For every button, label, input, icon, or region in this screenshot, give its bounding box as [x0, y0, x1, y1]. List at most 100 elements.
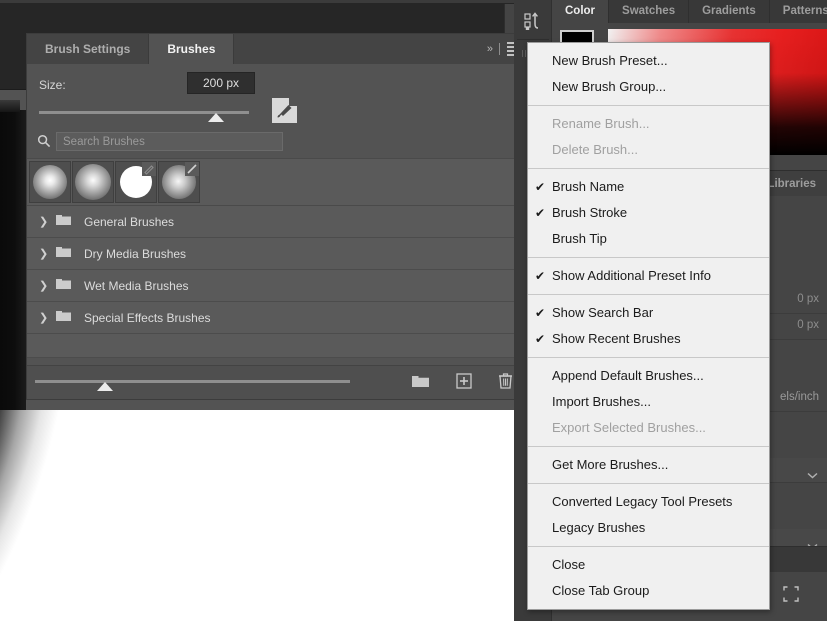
- brush-search-row: [27, 128, 525, 158]
- menu-item-close[interactable]: Close: [528, 552, 769, 578]
- corner-notch: [289, 98, 297, 106]
- menu-separator: [528, 546, 769, 547]
- menu-separator: [528, 294, 769, 295]
- menu-item-label: Show Recent Brushes: [552, 331, 681, 346]
- new-brush-preset-icon[interactable]: [456, 372, 472, 394]
- divider: [499, 43, 500, 55]
- menu-item-show-additional-preset-info[interactable]: ✔ Show Additional Preset Info: [528, 263, 769, 289]
- menu-separator: [528, 105, 769, 106]
- checkmark-icon: ✔: [535, 332, 546, 346]
- menu-item-label: Show Additional Preset Info: [552, 268, 711, 283]
- chevron-right-icon[interactable]: ❯: [39, 279, 51, 292]
- brush-size-slider[interactable]: [27, 106, 525, 128]
- photoshop-window: Brush Settings Brushes » Size: 200 px Se…: [0, 0, 827, 621]
- menu-item-new-brush-preset[interactable]: New Brush Preset...: [528, 48, 769, 74]
- brush-group-row[interactable]: ❯ Wet Media Brushes: [27, 270, 525, 302]
- brush-icon: [185, 162, 199, 176]
- menu-item-append-default-brushes[interactable]: Append Default Brushes...: [528, 363, 769, 389]
- brush-group-label: Dry Media Brushes: [84, 246, 187, 261]
- menu-separator: [528, 168, 769, 169]
- menu-item-rename-brush: Rename Brush...: [552, 116, 650, 131]
- folder-icon: [55, 276, 72, 295]
- toolbar-divider: [0, 0, 514, 3]
- color-panel-tabbar: Color Swatches Gradients Patterns: [552, 0, 827, 23]
- menu-item-brush-name[interactable]: ✔ Brush Name: [528, 174, 769, 200]
- recent-brush-thumbnail-selected[interactable]: [115, 161, 157, 203]
- chevron-right-icon[interactable]: ❯: [39, 215, 51, 228]
- slider-thumb[interactable]: [208, 113, 224, 122]
- brush-group-row[interactable]: ❯ General Brushes: [27, 206, 525, 238]
- folder-icon: [55, 212, 72, 231]
- chevron-right-icon[interactable]: ❯: [39, 311, 51, 324]
- properties-value: 0 px: [797, 319, 819, 331]
- checkmark-icon: ✔: [535, 206, 546, 220]
- delete-brush-icon[interactable]: [498, 372, 513, 394]
- search-icon: [37, 134, 51, 153]
- checkmark-icon: ✔: [535, 269, 546, 283]
- checkmark-icon: ✔: [535, 306, 546, 320]
- resolution-unit-label: els/inch: [780, 391, 819, 403]
- new-brush-group-icon[interactable]: [411, 373, 430, 393]
- menu-item-show-recent-brushes[interactable]: ✔ Show Recent Brushes: [528, 326, 769, 352]
- menu-item-brush-tip[interactable]: Brush Tip: [528, 226, 769, 252]
- brush-group-label: General Brushes: [84, 214, 175, 229]
- menu-separator: [528, 357, 769, 358]
- tab-brushes[interactable]: Brushes: [149, 34, 235, 64]
- brushes-panel-tabbar: Brush Settings Brushes »: [27, 34, 525, 64]
- canvas-left-dark-stroke: [0, 110, 26, 410]
- recent-brush-thumbnail[interactable]: [158, 161, 200, 203]
- double-chevron-right-icon[interactable]: »: [487, 43, 493, 55]
- soft-round-brush-preview: [33, 165, 67, 199]
- canvas-left-dark-stroke-top: [0, 100, 20, 112]
- menu-item-close-tab-group[interactable]: Close Tab Group: [528, 578, 769, 604]
- brushes-panel: Brush Settings Brushes » Size: 200 px Se…: [26, 33, 526, 400]
- brushes-panel-context-menu[interactable]: New Brush Preset... New Brush Group... R…: [527, 42, 770, 610]
- menu-item-label: Brush Name: [552, 179, 625, 194]
- menu-separator: [528, 257, 769, 258]
- brushes-panel-footer: [27, 365, 525, 399]
- search-input[interactable]: [56, 132, 283, 151]
- list-empty-area: [27, 334, 525, 358]
- menu-item-label: Show Search Bar: [552, 305, 654, 320]
- recent-brushes-strip: [27, 158, 525, 206]
- brush-size-input[interactable]: 200 px: [187, 72, 255, 94]
- brush-group-row[interactable]: ❯ Dry Media Brushes: [27, 238, 525, 270]
- tab-patterns[interactable]: Patterns: [769, 0, 827, 23]
- size-label: Size:: [39, 78, 66, 92]
- chevron-right-icon[interactable]: ❯: [39, 247, 51, 260]
- properties-value: 0 px: [797, 293, 819, 305]
- brush-group-label: Wet Media Brushes: [84, 278, 189, 293]
- menu-item-get-more-brushes[interactable]: Get More Brushes...: [528, 452, 769, 478]
- menu-separator: [528, 446, 769, 447]
- menu-item-brush-stroke[interactable]: ✔ Brush Stroke: [528, 200, 769, 226]
- brush-group-label: Special Effects Brushes: [84, 310, 211, 325]
- filter-shape-icon[interactable]: [783, 585, 799, 607]
- thumbnail-size-slider-thumb[interactable]: [97, 382, 113, 391]
- tab-brush-settings[interactable]: Brush Settings: [27, 34, 150, 64]
- menu-item-legacy-brushes[interactable]: Legacy Brushes: [528, 515, 769, 541]
- tab-gradients[interactable]: Gradients: [689, 0, 770, 23]
- tab-color[interactable]: Color: [552, 0, 610, 23]
- brush-stroke-artwork: [0, 410, 259, 621]
- menu-item-import-brushes[interactable]: Import Brushes...: [528, 389, 769, 415]
- menu-item-label: Brush Stroke: [552, 205, 628, 220]
- brush-group-row[interactable]: ❯ Special Effects Brushes: [27, 302, 525, 334]
- document-canvas[interactable]: [0, 410, 514, 621]
- brush-groups-list: ❯ General Brushes ❯ Dry Media Brushes ❯: [27, 206, 525, 358]
- soft-round-brush-preview: [75, 164, 111, 200]
- menu-item-delete-brush: Delete Brush...: [552, 142, 638, 157]
- recent-brush-thumbnail[interactable]: [29, 161, 71, 203]
- folder-icon: [55, 308, 72, 327]
- menu-item-export-selected-brushes: Export Selected Brushes...: [552, 420, 706, 435]
- thumbnail-size-slider-track[interactable]: [35, 380, 350, 383]
- recent-brush-thumbnail[interactable]: [72, 161, 114, 203]
- menu-item-show-search-bar[interactable]: ✔ Show Search Bar: [528, 300, 769, 326]
- menu-item-converted-legacy-tool-presets[interactable]: Converted Legacy Tool Presets: [528, 489, 769, 515]
- tab-swatches[interactable]: Swatches: [609, 0, 690, 23]
- history-undo-icon[interactable]: [517, 4, 549, 40]
- menu-item-new-brush-group[interactable]: New Brush Group...: [528, 74, 769, 100]
- footer-icon-group: [411, 366, 513, 400]
- chevron-down-icon: [807, 466, 818, 484]
- checkmark-icon: ✔: [535, 180, 546, 194]
- menu-separator: [528, 483, 769, 484]
